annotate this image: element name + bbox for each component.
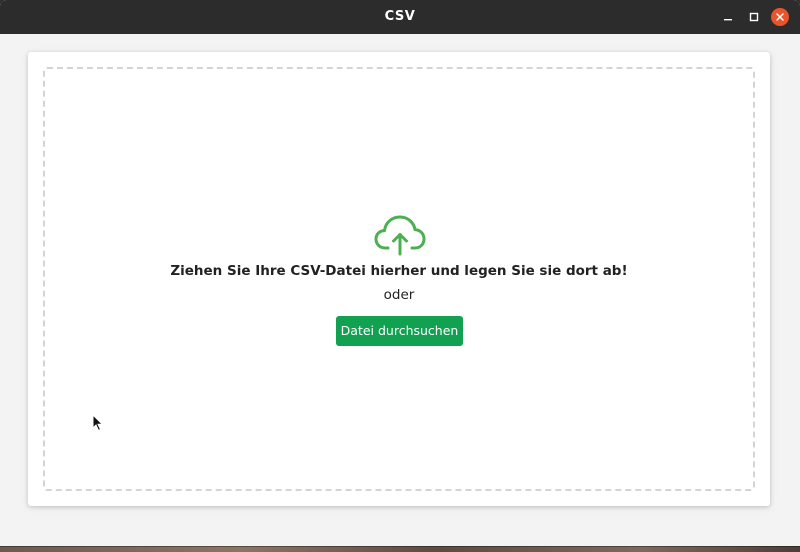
maximize-button[interactable] [745,8,763,26]
close-icon [776,13,784,21]
minimize-button[interactable] [719,8,737,26]
browse-file-button[interactable]: Datei durchsuchen [336,316,463,346]
cloud-upload-icon [374,215,426,256]
window-title: CSV [384,9,416,24]
close-button[interactable] [771,8,789,26]
drop-instruction: Ziehen Sie Ihre CSV-Datei hierher und le… [170,263,628,279]
csv-dropzone[interactable]: Ziehen Sie Ihre CSV-Datei hierher und le… [43,67,755,491]
minimize-icon [724,19,732,21]
maximize-icon [749,12,759,22]
window-content: Ziehen Sie Ihre CSV-Datei hierher und le… [0,34,800,546]
upload-card: Ziehen Sie Ihre CSV-Datei hierher und le… [28,52,770,506]
app-window: CSV Ziehen Sie Ihre CSV-Datei hierher un… [0,0,800,546]
mouse-cursor-icon [92,414,104,432]
titlebar[interactable]: CSV [0,0,800,34]
or-separator: oder [383,287,415,303]
